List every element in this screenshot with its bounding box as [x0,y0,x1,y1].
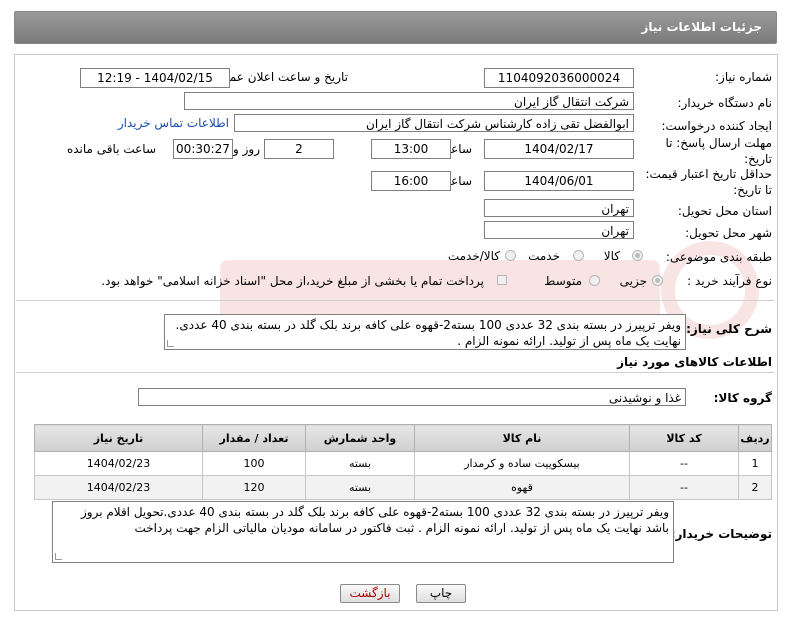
row-number-cell: 1 [738,451,772,476]
process-label: نوع فرآیند خرید : [687,274,772,288]
category-goods-radio[interactable] [632,250,643,261]
process-partial-label: جزیی [619,274,647,288]
category-service-label: خدمت [528,249,560,263]
description-label: شرح کلی نیاز: [686,322,772,336]
need-date-cell: 1404/02/23 [34,451,203,476]
table-header-row: ردیف کد کالا نام کالا واحد شمارش تعداد /… [34,424,772,452]
validity-time-field[interactable]: 16:00 [371,171,451,191]
unit-cell: بسته [305,451,415,476]
process-medium-label: متوسط [544,274,582,288]
creator-field[interactable]: ابوالفضل تقی زاده کارشناس شرکت انتقال گا… [234,114,634,132]
process-medium-radio[interactable] [589,275,600,286]
divider [16,372,774,373]
city-field[interactable]: تهران [484,221,634,239]
deadline-date-label: تاریخ: [744,152,772,166]
table-row[interactable]: 2 -- قهوه بسته 120 1404/02/23 [34,475,772,500]
page-title: جزئیات اطلاعات نیاز [641,20,762,34]
goods-section-title: اطلاعات کالاهای مورد نیاز [617,355,772,369]
column-header: ردیف [738,424,772,452]
print-button[interactable]: چاپ [416,584,466,603]
treasury-payment-note: پرداخت تمام یا بخشی از مبلغ خرید،از محل … [101,274,484,288]
buyer-notes-text: ویفر ترپیرز در بسته بندی 32 عددی 100 بست… [80,505,669,535]
item-code-cell: -- [629,475,739,500]
quantity-cell: 120 [202,475,306,500]
column-header: تعداد / مقدار [202,424,306,452]
days-remaining-field[interactable]: 2 [264,139,334,159]
treasury-payment-checkbox[interactable] [497,275,507,285]
deadline-time-field[interactable]: 13:00 [371,139,451,159]
item-name-cell: بیسکوییت ساده و کرمدار [414,451,630,476]
row-number-cell: 2 [738,475,772,500]
category-label: طبقه بندی موضوعی: [665,250,772,264]
category-goods-label: کالا [603,249,620,263]
buyer-org-field[interactable]: شرکت انتقال گاز ایران [184,92,634,110]
page-header: جزئیات اطلاعات نیاز [14,11,777,44]
unit-cell: بسته [305,475,415,500]
goods-group-field[interactable]: غذا و نوشیدنی [138,388,686,406]
need-date-cell: 1404/02/23 [34,475,203,500]
column-header: واحد شمارش [305,424,415,452]
resize-grip-icon[interactable] [55,553,62,560]
deadline-date-field[interactable]: 1404/02/17 [484,139,634,159]
need-details-page: جزئیات اطلاعات نیاز شماره نیاز: 11040920… [0,0,788,620]
description-textarea[interactable]: ویفر ترپیرز در بسته بندی 32 عددی 100 بست… [164,314,686,350]
item-code-cell: -- [629,451,739,476]
days-label: روز و [233,142,260,156]
province-label: استان محل تحویل: [677,204,772,218]
creator-label: ایجاد کننده درخواست: [661,119,772,133]
category-service-radio[interactable] [573,250,584,261]
resize-grip-icon[interactable] [167,340,174,347]
city-label: شهر محل تحویل: [685,226,772,240]
divider [16,300,774,301]
need-number-field[interactable]: 1104092036000024 [484,68,634,88]
column-header: نام کالا [414,424,630,452]
validity-date-field[interactable]: 1404/06/01 [484,171,634,191]
deadline-label: مهلت ارسال پاسخ: تا [665,136,772,150]
back-button[interactable]: بازگشت [340,584,400,603]
item-name-cell: قهوه [414,475,630,500]
buyer-notes-label: توضیحات خریدار: [670,527,772,541]
description-text: ویفر ترپیرز در بسته بندی 32 عددی 100 بست… [175,318,681,348]
buyer-org-label: نام دستگاه خریدار: [677,96,773,110]
remaining-time-field[interactable]: 00:30:27 [173,139,233,159]
validity-date-label: تا تاریخ: [733,183,772,197]
need-number-label: شماره نیاز: [715,70,772,84]
column-header: کد کالا [629,424,739,452]
process-partial-radio[interactable] [652,275,663,286]
category-both-radio[interactable] [505,250,516,261]
province-field[interactable]: تهران [484,199,634,217]
goods-group-label: گروه کالا: [713,391,772,405]
category-both-label: کالا/خدمت [447,249,500,263]
remaining-label: ساعت باقی مانده [66,142,156,156]
buyer-notes-textarea[interactable]: ویفر ترپیرز در بسته بندی 32 عددی 100 بست… [52,501,674,563]
column-header: تاریخ نیاز [34,424,203,452]
validity-label: حداقل تاریخ اعتبار قیمت: [645,167,772,181]
buyer-contact-link[interactable]: اطلاعات تماس خریدار [118,116,229,130]
quantity-cell: 100 [202,451,306,476]
table-row[interactable]: 1 -- بیسکوییت ساده و کرمدار بسته 100 140… [34,451,772,476]
announce-date-field[interactable]: 1404/02/15 - 12:19 [80,68,230,88]
goods-table: ردیف کد کالا نام کالا واحد شمارش تعداد /… [34,424,772,500]
